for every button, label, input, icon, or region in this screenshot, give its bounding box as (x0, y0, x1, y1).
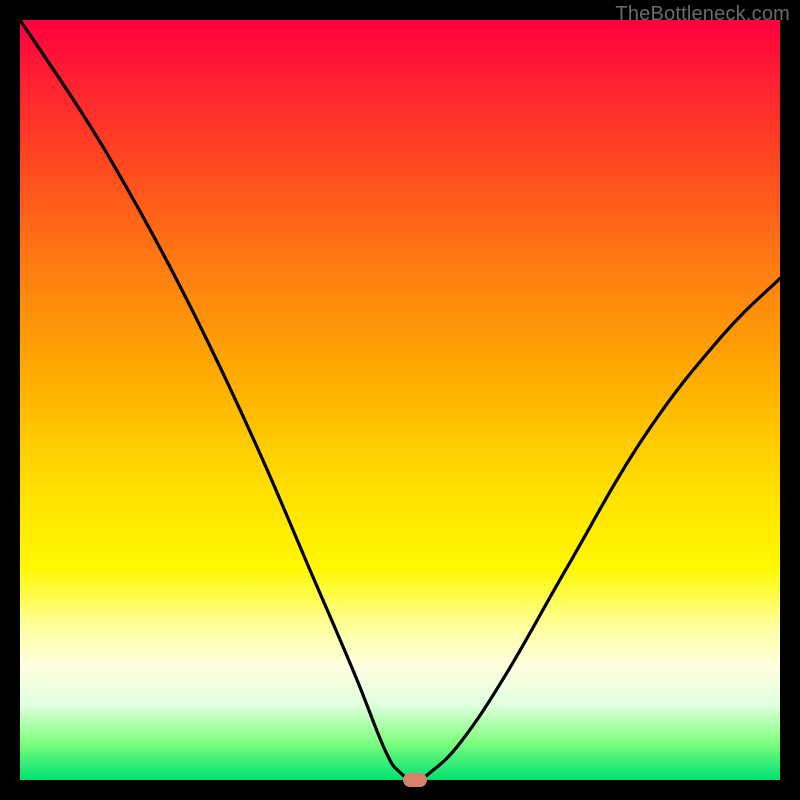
bottleneck-curve (20, 20, 780, 780)
optimal-marker (403, 773, 427, 787)
curve-svg (20, 20, 780, 780)
chart-container: TheBottleneck.com (0, 0, 800, 800)
plot-area (20, 20, 780, 780)
